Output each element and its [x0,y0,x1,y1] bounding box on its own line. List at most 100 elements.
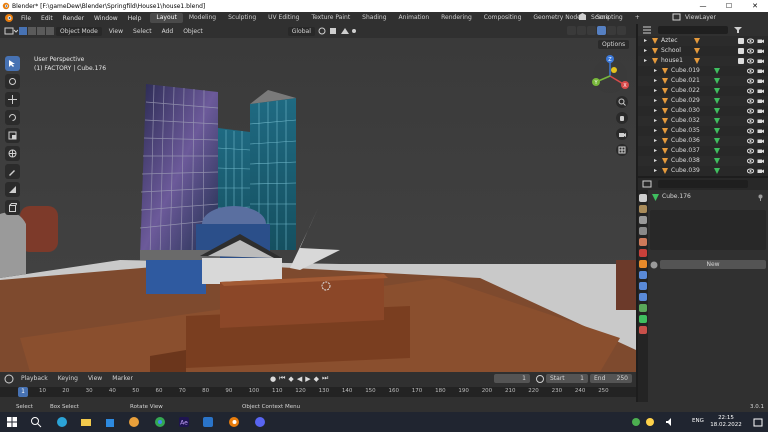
expand-arrow-icon[interactable]: ▸ [654,96,657,106]
selection-mode-icons[interactable] [18,26,54,36]
eye-icon[interactable] [747,88,754,94]
file-explorer-icon[interactable] [80,416,92,428]
tool-tab-icon[interactable] [639,194,647,202]
object-tab-icon[interactable] [639,260,647,268]
transform-tool[interactable] [5,146,20,161]
expand-arrow-icon[interactable]: ▸ [654,66,657,76]
scene-tab-icon[interactable] [639,238,647,246]
end-frame-field[interactable]: End 250 [590,374,632,383]
timeline-editor-icon[interactable] [4,374,16,384]
expand-arrow-icon[interactable]: ▸ [654,126,657,136]
prev-keyframe-button[interactable]: ◆ [288,375,293,383]
particles-tab-icon[interactable] [639,282,647,290]
volume-icon[interactable] [664,416,676,428]
tab-modeling[interactable]: Modeling [183,13,222,23]
render-camera-icon[interactable] [757,78,764,84]
exclude-checkbox[interactable] [738,38,744,44]
render-camera-icon[interactable] [757,118,764,124]
tab-compositing[interactable]: Compositing [478,13,528,23]
snap-pivot-icons[interactable] [317,26,357,36]
expand-arrow-icon[interactable]: ▸ [654,136,657,146]
render-camera-icon[interactable] [757,98,764,104]
expand-arrow-icon[interactable]: ▸ [654,86,657,96]
world-tab-icon[interactable] [639,249,647,257]
outliner-row[interactable]: ▸ Cube.039 [638,166,768,176]
material-slot-list[interactable] [650,210,766,250]
view-layer-tab-icon[interactable] [639,227,647,235]
render-camera-icon[interactable] [757,168,764,174]
tab-texture-paint[interactable]: Texture Paint [305,13,356,23]
chrome-icon[interactable] [154,416,166,428]
store-icon[interactable] [104,416,116,428]
editor-type-icon[interactable] [4,26,18,36]
edge-browser-icon[interactable] [56,416,68,428]
outliner-row[interactable]: ▸ Cube.029 [638,96,768,106]
eye-icon[interactable] [747,148,754,154]
menu-render[interactable]: Render [58,15,89,22]
properties-editor-icon[interactable] [642,180,652,188]
output-tab-icon[interactable] [639,216,647,224]
outliner-row[interactable]: ▸ Cube.030 [638,106,768,116]
render-camera-icon[interactable] [757,48,764,54]
close-button[interactable]: ✕ [742,0,768,12]
measure-tool[interactable] [5,182,20,197]
current-frame-field[interactable]: 1 [494,374,530,383]
pin-icon[interactable] [757,194,764,201]
menu-marker[interactable]: Marker [107,375,138,382]
play-reverse-button[interactable]: ◀ [297,375,302,383]
tab-animation[interactable]: Animation [393,13,436,23]
expand-arrow-icon[interactable]: ▸ [654,116,657,126]
blender-menu-icon[interactable] [4,13,14,23]
eye-icon[interactable] [747,78,754,84]
outliner-row[interactable]: ▸ Cube.038 [638,156,768,166]
expand-arrow-icon[interactable]: ▸ [644,56,647,66]
expand-arrow-icon[interactable]: ▸ [644,46,647,56]
outliner-row[interactable]: ▸ Cube.019 [638,66,768,76]
notifications-icon[interactable] [752,416,764,428]
outliner-row[interactable]: ▸ Cube.037 [638,146,768,156]
outliner-row[interactable]: ▸ Aztec [638,36,768,46]
material-sphere-icon[interactable] [650,261,658,269]
scene-selector[interactable]: Scene [578,13,609,21]
camera-view-button[interactable] [616,128,628,140]
expand-arrow-icon[interactable]: ▸ [644,36,647,46]
start-frame-field[interactable]: Start 1 [546,374,588,383]
render-camera-icon[interactable] [757,88,764,94]
solid-shading-button[interactable] [597,26,606,35]
outliner-search-input[interactable] [658,26,728,34]
discord-icon[interactable] [254,416,266,428]
menu-playback[interactable]: Playback [16,375,53,382]
jump-start-button[interactable]: ⏮ [279,374,285,383]
constraints-tab-icon[interactable] [639,304,647,312]
outliner-row[interactable]: ▸ Cube.021 [638,76,768,86]
render-tab-icon[interactable] [639,205,647,213]
system-clock[interactable]: 22:15 18.02.2022 [708,415,744,429]
rendered-shading-button[interactable] [617,26,626,35]
modifier-tab-icon[interactable] [639,271,647,279]
menu-add[interactable]: Add [157,28,179,35]
eye-icon[interactable] [747,168,754,174]
material-tab-icon[interactable] [639,326,647,334]
eye-icon[interactable] [747,58,754,64]
visual-studio-icon[interactable] [202,416,214,428]
menu-edit[interactable]: Edit [36,15,58,22]
paint-app-icon[interactable] [128,416,140,428]
eye-icon[interactable] [747,128,754,134]
expand-arrow-icon[interactable]: ▸ [654,156,657,166]
menu-file[interactable]: File [16,15,36,22]
eye-icon[interactable] [747,158,754,164]
tab-uv-editing[interactable]: UV Editing [262,13,305,23]
windows-start-icon[interactable] [6,416,18,428]
eye-icon[interactable] [747,138,754,144]
eye-icon[interactable] [747,98,754,104]
options-dropdown[interactable]: Options [598,40,630,49]
expand-arrow-icon[interactable]: ▸ [654,106,657,116]
eye-icon[interactable] [747,108,754,114]
mode-dropdown[interactable]: Object Mode [56,26,102,36]
render-camera-icon[interactable] [757,138,764,144]
add-cube-tool[interactable] [5,200,20,215]
expand-arrow-icon[interactable]: ▸ [654,146,657,156]
render-camera-icon[interactable] [757,58,764,64]
new-material-button[interactable]: New [660,260,766,269]
rotate-tool[interactable] [5,110,20,125]
